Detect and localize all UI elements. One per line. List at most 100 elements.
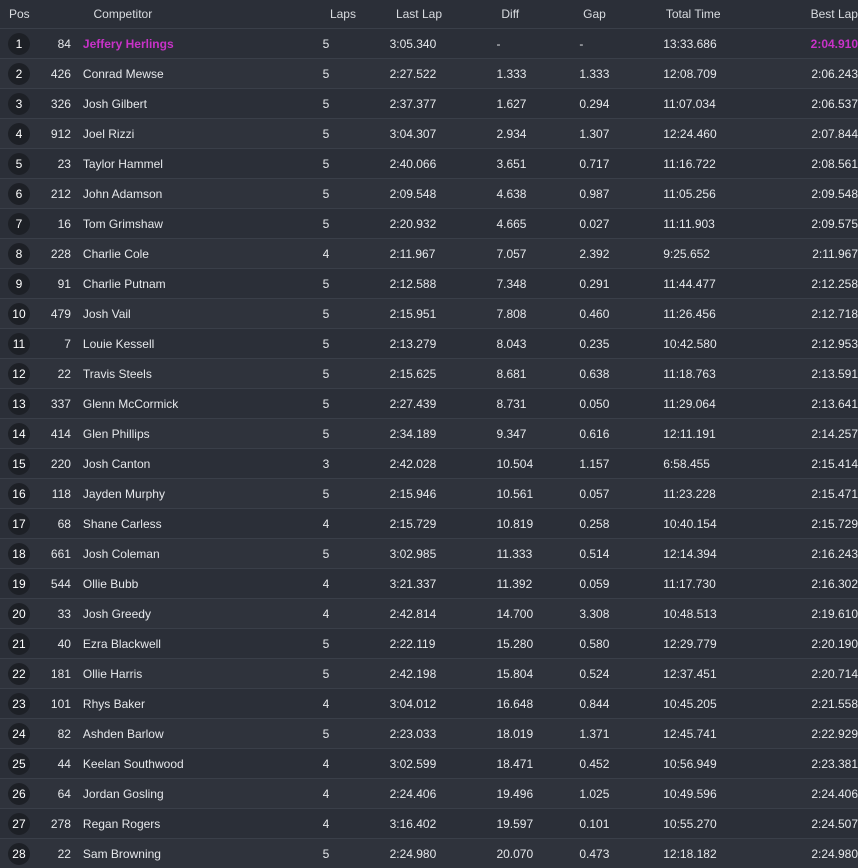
table-row[interactable]: 10479Josh Vail52:15.9517.8080.46011:26.4… [0, 298, 858, 328]
competitor-name: Tom Grimshaw [71, 217, 323, 231]
table-row[interactable]: 184Jeffery Herlings53:05.340--13:33.6862… [0, 28, 858, 58]
competitor-name: Ollie Harris [71, 667, 323, 681]
header-last-lap[interactable]: Last Lap [396, 7, 501, 21]
table-row[interactable]: 2544Keelan Southwood43:02.59918.4710.452… [0, 748, 858, 778]
last-lap-cell: 2:20.932 [390, 217, 497, 231]
position-cell: 24 [0, 723, 38, 745]
diff-cell: 3.651 [496, 157, 579, 171]
position-cell: 5 [0, 153, 38, 175]
laps-cell: 5 [323, 277, 390, 291]
header-competitor[interactable]: Competitor [82, 7, 330, 21]
competitor-name: Ezra Blackwell [71, 637, 323, 651]
table-row[interactable]: 22181Ollie Harris52:42.19815.8040.52412:… [0, 658, 858, 688]
last-lap-cell: 3:04.307 [390, 127, 497, 141]
competitor-name: John Adamson [71, 187, 323, 201]
diff-cell: 8.731 [496, 397, 579, 411]
competitor-number: 64 [38, 787, 71, 801]
gap-cell: 0.258 [579, 517, 663, 531]
table-row[interactable]: 117Louie Kessell52:13.2798.0430.23510:42… [0, 328, 858, 358]
table-row[interactable]: 16118Jayden Murphy52:15.94610.5610.05711… [0, 478, 858, 508]
table-row[interactable]: 8228Charlie Cole42:11.9677.0572.3929:25.… [0, 238, 858, 268]
total-time-cell: 12:37.451 [663, 667, 788, 681]
position-badge: 27 [8, 813, 30, 835]
table-row[interactable]: 18661Josh Coleman53:02.98511.3330.51412:… [0, 538, 858, 568]
gap-cell: 0.235 [579, 337, 663, 351]
header-total-time[interactable]: Total Time [666, 7, 789, 21]
total-time-cell: 11:29.064 [663, 397, 788, 411]
position-cell: 11 [0, 333, 38, 355]
diff-cell: 11.333 [496, 547, 579, 561]
competitor-number: 414 [38, 427, 71, 441]
total-time-cell: 11:05.256 [663, 187, 788, 201]
diff-cell: 4.638 [496, 187, 579, 201]
laps-cell: 5 [323, 487, 390, 501]
diff-cell: 7.348 [496, 277, 579, 291]
header-pos[interactable]: Pos [0, 7, 38, 21]
table-row[interactable]: 23101Rhys Baker43:04.01216.6480.84410:45… [0, 688, 858, 718]
table-row[interactable]: 2140Ezra Blackwell52:22.11915.2800.58012… [0, 628, 858, 658]
table-row[interactable]: 27278Regan Rogers43:16.40219.5970.10110:… [0, 808, 858, 838]
table-row[interactable]: 15220Josh Canton32:42.02810.5041.1576:58… [0, 448, 858, 478]
table-row[interactable]: 991Charlie Putnam52:12.5887.3480.29111:4… [0, 268, 858, 298]
table-row[interactable]: 2482Ashden Barlow52:23.03318.0191.37112:… [0, 718, 858, 748]
table-row[interactable]: 3326Josh Gilbert52:37.3771.6270.29411:07… [0, 88, 858, 118]
table-row[interactable]: 1768Shane Carless42:15.72910.8190.25810:… [0, 508, 858, 538]
table-row[interactable]: 6212John Adamson52:09.5484.6380.98711:05… [0, 178, 858, 208]
table-row[interactable]: 4912Joel Rizzi53:04.3072.9341.30712:24.4… [0, 118, 858, 148]
total-time-cell: 11:17.730 [663, 577, 788, 591]
total-time-cell: 12:08.709 [663, 67, 788, 81]
laps-cell: 4 [323, 247, 390, 261]
position-badge: 21 [8, 633, 30, 655]
position-cell: 14 [0, 423, 38, 445]
table-row[interactable]: 13337Glenn McCormick52:27.4398.7310.0501… [0, 388, 858, 418]
position-badge: 19 [8, 573, 30, 595]
diff-cell: 4.665 [496, 217, 579, 231]
header-gap[interactable]: Gap [583, 7, 666, 21]
competitor-name: Louie Kessell [71, 337, 323, 351]
table-row[interactable]: 2664Jordan Gosling42:24.40619.4961.02510… [0, 778, 858, 808]
competitor-number: 426 [38, 67, 71, 81]
last-lap-cell: 2:23.033 [390, 727, 497, 741]
last-lap-cell: 2:37.377 [390, 97, 497, 111]
header-laps[interactable]: Laps [330, 7, 396, 21]
best-lap-cell: 2:21.558 [788, 697, 858, 711]
total-time-cell: 11:16.722 [663, 157, 788, 171]
header-best-lap[interactable]: Best Lap [789, 7, 858, 21]
competitor-name: Josh Greedy [71, 607, 323, 621]
diff-cell: 20.070 [496, 847, 579, 861]
competitor-name: Shane Carless [71, 517, 323, 531]
position-badge: 2 [8, 63, 30, 85]
gap-cell: 0.524 [579, 667, 663, 681]
table-row[interactable]: 2033Josh Greedy42:42.81414.7003.30810:48… [0, 598, 858, 628]
last-lap-cell: 2:42.814 [390, 607, 497, 621]
table-row[interactable]: 523Taylor Hammel52:40.0663.6510.71711:16… [0, 148, 858, 178]
laps-cell: 5 [323, 127, 390, 141]
last-lap-cell: 2:24.406 [390, 787, 497, 801]
position-badge: 1 [8, 33, 30, 55]
best-lap-cell: 2:24.406 [788, 787, 858, 801]
competitor-number: 337 [38, 397, 71, 411]
table-row[interactable]: 2822Sam Browning52:24.98020.0700.47312:1… [0, 838, 858, 868]
total-time-cell: 11:11.903 [663, 217, 788, 231]
gap-cell: 0.580 [579, 637, 663, 651]
last-lap-cell: 2:11.967 [390, 247, 497, 261]
gap-cell: 0.452 [579, 757, 663, 771]
diff-cell: 10.504 [496, 457, 579, 471]
gap-cell: 0.616 [579, 427, 663, 441]
table-row[interactable]: 716Tom Grimshaw52:20.9324.6650.02711:11.… [0, 208, 858, 238]
position-cell: 12 [0, 363, 38, 385]
position-cell: 18 [0, 543, 38, 565]
header-diff[interactable]: Diff [501, 7, 583, 21]
table-row[interactable]: 1222Travis Steels52:15.6258.6810.63811:1… [0, 358, 858, 388]
diff-cell: 11.392 [496, 577, 579, 591]
last-lap-cell: 2:40.066 [390, 157, 497, 171]
table-row[interactable]: 19544Ollie Bubb43:21.33711.3920.05911:17… [0, 568, 858, 598]
laps-cell: 4 [323, 787, 390, 801]
position-cell: 13 [0, 393, 38, 415]
position-badge: 22 [8, 663, 30, 685]
diff-cell: 10.819 [496, 517, 579, 531]
competitor-name: Conrad Mewse [71, 67, 323, 81]
results-table: Pos Competitor Laps Last Lap Diff Gap To… [0, 0, 858, 868]
table-row[interactable]: 2426Conrad Mewse52:27.5221.3331.33312:08… [0, 58, 858, 88]
table-row[interactable]: 14414Glen Phillips52:34.1899.3470.61612:… [0, 418, 858, 448]
